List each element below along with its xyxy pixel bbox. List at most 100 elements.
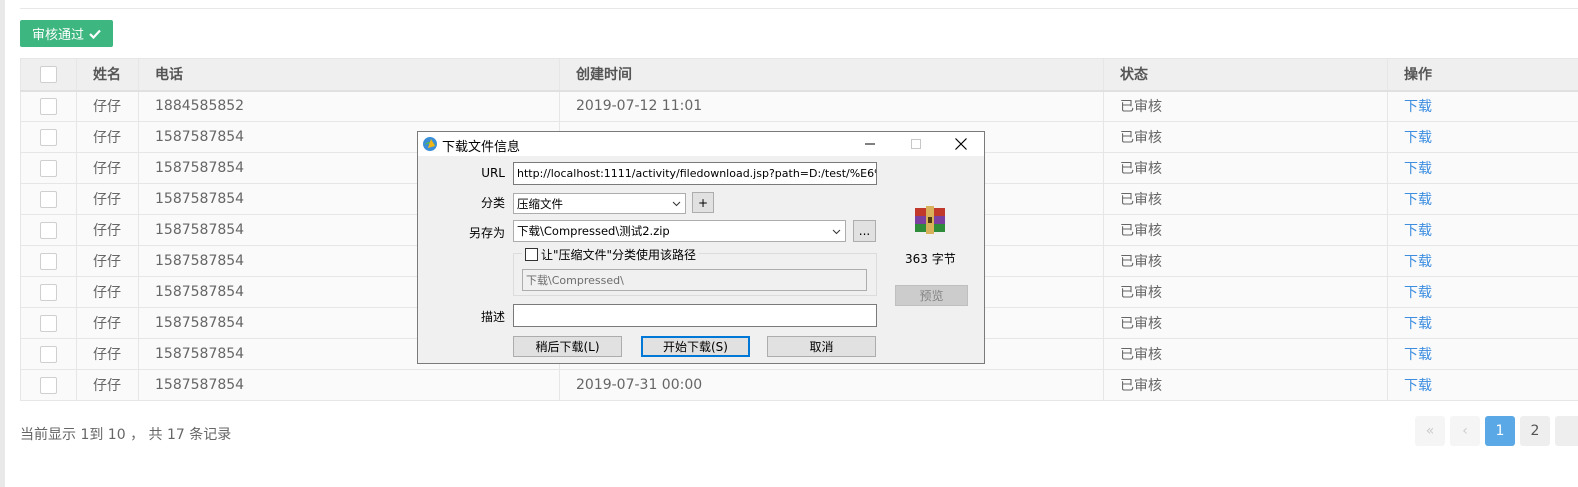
cell-action: 下载 <box>1387 152 1578 184</box>
table-row: 仔仔 1884585852 2019-07-12 11:01 已审核 下载 <box>20 90 1578 122</box>
row-checkbox[interactable] <box>40 159 57 177</box>
download-info-dialog: 下载文件信息 URL http://localhost:1111/activit… <box>417 131 985 364</box>
dialog-titlebar[interactable]: 下载文件信息 <box>418 132 984 156</box>
prev-page-button[interactable]: ‹ <box>1450 416 1480 446</box>
download-link[interactable]: 下载 <box>1404 161 1432 177</box>
cell-name: 仔仔 <box>76 369 139 401</box>
row-select-cell <box>20 369 77 401</box>
add-category-button[interactable]: + <box>692 192 714 213</box>
close-button[interactable] <box>939 132 983 156</box>
use-path-label: 让"压缩文件"分类使用该路径 <box>541 248 697 262</box>
row-select-cell <box>20 307 77 339</box>
download-link[interactable]: 下载 <box>1404 316 1432 332</box>
header-name[interactable]: 姓名 <box>76 58 139 92</box>
row-checkbox[interactable] <box>40 314 57 332</box>
cell-action: 下载 <box>1387 121 1578 153</box>
preview-button: 预览 <box>895 285 968 306</box>
cell-name: 仔仔 <box>76 307 139 339</box>
path-field: 下载\Compressed\ <box>522 269 867 291</box>
minimize-icon <box>865 143 875 145</box>
cell-phone: 1884585852 <box>138 90 560 122</box>
approve-button-label: 审核通过 <box>31 28 84 43</box>
approve-button[interactable]: 审核通过 <box>20 20 113 47</box>
row-select-cell <box>20 121 77 153</box>
use-path-checkbox[interactable]: 让"压缩文件"分类使用该路径 <box>522 246 700 263</box>
check-icon <box>89 29 101 39</box>
cell-action: 下载 <box>1387 307 1578 339</box>
row-checkbox[interactable] <box>40 221 57 239</box>
record-summary: 当前显示 1到 10 ， 共 17 条记录 <box>20 427 232 443</box>
header-created[interactable]: 创建时间 <box>559 58 1104 92</box>
row-select-cell <box>20 338 77 370</box>
file-size-text: 363 字节 <box>905 252 956 266</box>
category-value: 压缩文件 <box>517 196 563 211</box>
pagination: « ‹ 1 2 <box>1415 416 1578 446</box>
page-2-button[interactable]: 2 <box>1520 416 1550 446</box>
row-select-cell <box>20 245 77 277</box>
cell-action: 下载 <box>1387 338 1578 370</box>
download-link[interactable]: 下载 <box>1404 223 1432 239</box>
saveas-label: 另存为 <box>468 226 505 240</box>
category-select[interactable]: 压缩文件 <box>513 193 686 214</box>
cell-status: 已审核 <box>1103 214 1388 246</box>
row-checkbox[interactable] <box>40 345 57 363</box>
download-link[interactable]: 下载 <box>1404 99 1432 115</box>
cell-created: 2019-07-31 00:00 <box>559 369 1104 401</box>
cell-action: 下载 <box>1387 369 1578 401</box>
row-checkbox[interactable] <box>40 128 57 146</box>
cell-phone: 1587587854 <box>138 369 560 401</box>
cell-created: 2019-07-12 11:01 <box>559 90 1104 122</box>
download-manager-icon <box>423 137 437 151</box>
browse-button[interactable]: ... <box>853 220 876 242</box>
cell-name: 仔仔 <box>76 183 139 215</box>
download-link[interactable]: 下载 <box>1404 347 1432 363</box>
download-link[interactable]: 下载 <box>1404 130 1432 146</box>
download-later-button[interactable]: 稍后下载(L) <box>513 336 622 357</box>
download-link[interactable]: 下载 <box>1404 285 1432 301</box>
cell-status: 已审核 <box>1103 338 1388 370</box>
row-checkbox[interactable] <box>40 252 57 270</box>
next-page-button[interactable] <box>1555 416 1578 446</box>
minimize-button[interactable] <box>848 132 892 156</box>
row-checkbox[interactable] <box>40 283 57 301</box>
table-header-row: 姓名 电话 创建时间 状态 操作 <box>20 58 1578 92</box>
category-label: 分类 <box>480 196 505 210</box>
archive-icon <box>915 206 945 234</box>
dialog-title: 下载文件信息 <box>442 140 521 155</box>
cell-action: 下载 <box>1387 90 1578 122</box>
cell-status: 已审核 <box>1103 90 1388 122</box>
url-label: URL <box>481 166 505 180</box>
download-link[interactable]: 下载 <box>1404 378 1432 394</box>
cell-status: 已审核 <box>1103 369 1388 401</box>
saveas-select[interactable]: 下载\Compressed\测试2.zip <box>513 220 846 242</box>
row-select-cell <box>20 276 77 308</box>
cell-name: 仔仔 <box>76 276 139 308</box>
cell-name: 仔仔 <box>76 121 139 153</box>
header-status[interactable]: 状态 <box>1103 58 1388 92</box>
cell-action: 下载 <box>1387 276 1578 308</box>
description-field[interactable] <box>513 304 877 327</box>
maximize-button[interactable] <box>894 132 938 156</box>
cell-name: 仔仔 <box>76 90 139 122</box>
header-phone[interactable]: 电话 <box>138 58 560 92</box>
start-download-button[interactable]: 开始下载(S) <box>641 336 750 357</box>
page-1-button[interactable]: 1 <box>1485 416 1515 446</box>
checkbox-box <box>525 248 538 261</box>
cell-name: 仔仔 <box>76 245 139 277</box>
cancel-button[interactable]: 取消 <box>767 336 876 357</box>
cell-name: 仔仔 <box>76 214 139 246</box>
cell-status: 已审核 <box>1103 276 1388 308</box>
row-checkbox[interactable] <box>40 376 57 394</box>
first-page-button[interactable]: « <box>1415 416 1445 446</box>
select-all-checkbox[interactable] <box>40 65 57 83</box>
cell-status: 已审核 <box>1103 245 1388 277</box>
url-field[interactable]: http://localhost:1111/activity/filedownl… <box>513 162 877 185</box>
download-link[interactable]: 下载 <box>1404 254 1432 270</box>
download-link[interactable]: 下载 <box>1404 192 1432 208</box>
chevron-down-icon <box>672 201 681 207</box>
row-checkbox[interactable] <box>40 97 57 115</box>
row-checkbox[interactable] <box>40 190 57 208</box>
cell-action: 下载 <box>1387 183 1578 215</box>
select-all-cell <box>20 58 77 92</box>
top-divider <box>20 8 1578 9</box>
